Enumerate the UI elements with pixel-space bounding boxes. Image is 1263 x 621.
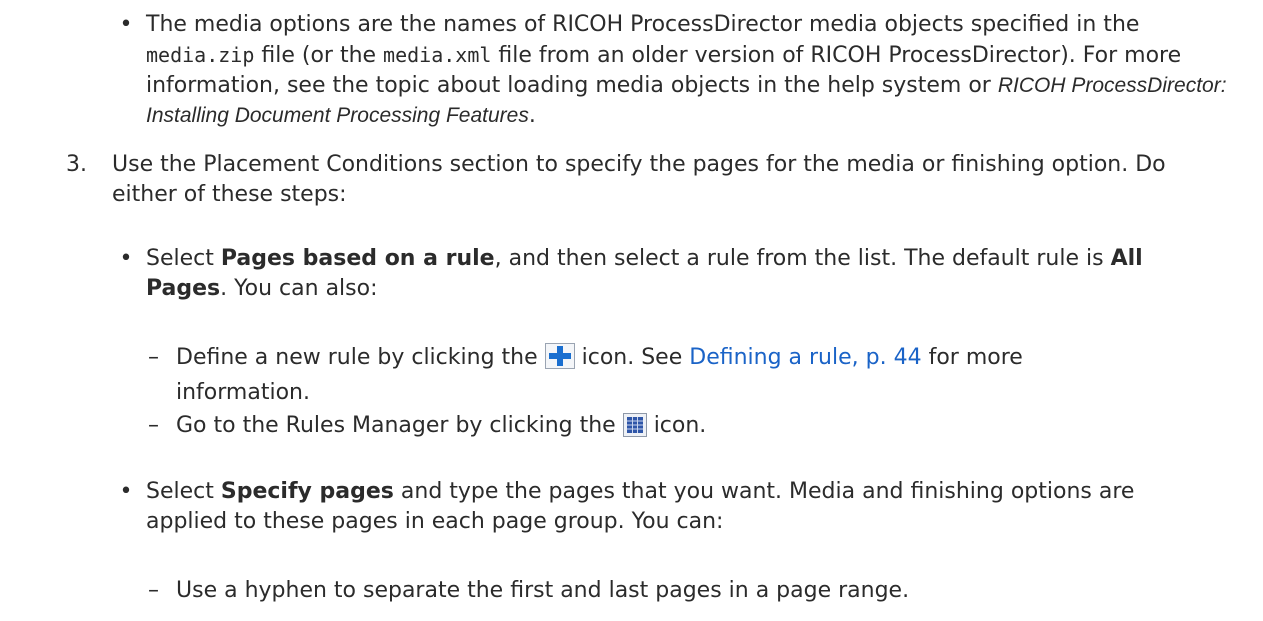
option-specify-pages: Specify pages — [220, 479, 394, 504]
media-options-paragraph: The media options are the names of RICOH… — [146, 12, 1227, 128]
rules-manager-grid-icon — [622, 413, 647, 446]
specify-pages-text: Select Specify pages and type the pages … — [146, 479, 1135, 534]
step-number: 3. — [66, 152, 87, 177]
bullet-marker: • — [119, 12, 133, 37]
media-zip-filename: media.zip — [146, 43, 255, 67]
option-pages-based-on-rule: Pages based on a rule — [220, 246, 495, 271]
default-rule-name: All — [1110, 246, 1143, 271]
define-rule-text: Define a new rule by clicking the icon. … — [176, 343, 1023, 405]
defining-rule-link[interactable]: Defining a rule, p. 44 — [689, 345, 921, 370]
dash-marker: – — [148, 345, 159, 370]
rules-manager-text: Go to the Rules Manager by clicking the … — [176, 411, 1236, 446]
rule-bullet-text: Select Pages based on a rule, and then s… — [146, 246, 1143, 301]
bullet-marker: • — [119, 479, 133, 504]
dash-marker: – — [148, 413, 159, 438]
bullet-marker: • — [119, 246, 133, 271]
add-plus-icon — [544, 343, 575, 378]
media-xml-filename: media.xml — [383, 43, 492, 67]
step3-text: Use the Placement Conditions section to … — [112, 152, 1166, 207]
dash-marker: – — [148, 578, 159, 603]
hyphen-text: Use a hyphen to separate the first and l… — [176, 578, 910, 603]
